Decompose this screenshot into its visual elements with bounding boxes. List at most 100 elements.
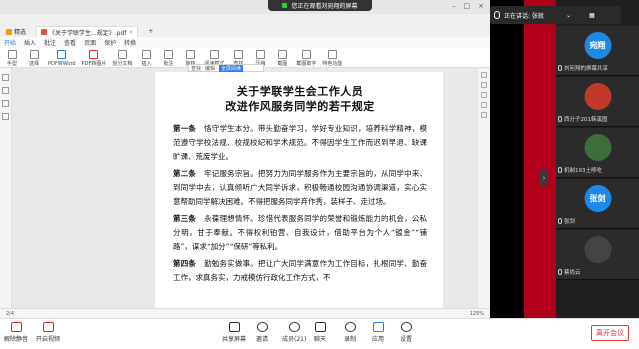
menu-insert: 插入 [24,40,37,47]
tool-icon [481,72,487,78]
tool-hand: 手型 [4,50,20,67]
members-icon [288,322,300,332]
pdf-statusbar: 2/4 125% [0,308,490,318]
menu-convert: 转换 [124,40,137,47]
book-icon [209,50,219,59]
menu-protect: 保护 [104,40,117,47]
tool-icon [481,82,487,88]
participant-name: 刘宛翔的屏幕共享 [564,66,609,72]
page-indicator: 2/4 [6,310,15,317]
search-icon [233,50,243,59]
ocr-icon [301,50,311,59]
document-title: 关于学联学生会工作人员 改进作风服务同学的若干规定 [225,85,375,113]
browser-titlebar [0,14,490,26]
avatar [584,134,611,161]
share-screen-button[interactable]: 共享屏幕 [222,322,246,343]
chat-button[interactable]: 聊天 [314,322,326,343]
annotate-icon [163,50,173,59]
record-icon [344,322,356,332]
participant-tile[interactable]: 宛翔 刘宛翔的屏幕共享 [556,26,639,76]
word-icon [57,50,67,59]
article-paragraph: 第二条 牢记服务宗旨。把努力为同学服务作为主要宗旨的，从同学中来、到同学中去，认真… [173,169,428,206]
leave-meeting-button[interactable]: 离开会议 [591,325,629,341]
mic-icon [558,218,562,224]
speaking-indicator[interactable]: 正在讲话: 张就 ⌄ ▦ [490,6,621,24]
shared-screen: – □ × 精选 《关于学联学生...规定》.pdf × + 开始 插入 批注 … [0,0,490,318]
menu-view: 查看 [64,40,77,47]
mic-icon [558,65,562,71]
star-icon [327,50,337,59]
participant-tile[interactable]: 西分子201韩溪图 [556,77,639,127]
mic-muted-icon [558,167,562,173]
menu-annotate: 批注 [44,40,57,47]
pdf-page: 关于学联学生会工作人员 改进作风服务同学的若干规定 第一条 恪守学生本分。带头勤奋… [155,72,443,308]
pdf-left-rail [0,68,12,308]
bookmark-icon [2,87,9,94]
tool-pdf-to-image: PDF转图片 [82,50,106,67]
image-icon [89,50,99,59]
rotate-icon [185,50,195,59]
apps-button[interactable]: 应用 [372,322,384,343]
layout-icon[interactable]: ▦ [589,12,595,19]
document-viewport: 关于学联学生会工作人员 改进作风服务同学的若干规定 第一条 恪守学生本分。带头勤奋… [12,68,490,308]
invite-button[interactable]: 邀请 [256,322,268,343]
pdf-subbar: 查找 编辑 全屏阅读 [188,64,264,72]
participant-name: 西分子201韩溪图 [564,117,608,123]
avatar [584,236,611,263]
thumbnail-icon [2,74,9,81]
search-icon [2,113,9,120]
participant-tile[interactable]: 蔡尚云 [556,230,639,280]
tool-icon [481,92,487,98]
tool-pdf-to-word: PDF转Word [48,50,76,67]
share-screen-icon [228,322,240,332]
participant-name: 机制193土哆吃 [564,168,602,174]
article-paragraph: 第三条 永葆理想情怀。珍惜代表服务同学的荣誉和锻炼能力的机会，公私分明，甘于奉献。… [173,214,428,251]
participant-name: 蔡尚云 [564,270,581,276]
maximize-icon: □ [463,2,471,10]
camera-off-icon [42,322,54,332]
hand-icon [7,50,17,59]
participant-name: 张剑 [564,219,576,225]
settings-button[interactable]: 设置 [400,322,412,343]
viewing-screen-banner[interactable]: 您正在观看刘宛翔的屏幕 [268,0,372,11]
tool-ocr: 截图取字 [296,50,316,67]
window-controls: – □ × [452,2,484,10]
participant-tile[interactable]: 张剑 张剑 [556,179,639,229]
pdf-menu: 开始 插入 批注 查看 页面 保护 转换 [0,37,490,48]
avatar: 张剑 [584,185,611,212]
scissors-icon [277,50,287,59]
members-button[interactable]: 成员(21) [282,322,306,343]
meeting-toolbar: 解除静音 开启视频 共享屏幕 邀请 成员(21) 聊天 录制 应用 设置 离开会… [0,318,639,349]
tool-icon [481,112,487,118]
avatar [584,83,611,110]
cursor-icon [29,50,39,59]
comment-icon [2,100,9,107]
tab-pdf: 《关于学联学生...规定》.pdf × [36,26,139,37]
tool-screenshot: 截图 [274,50,290,67]
collapse-panel-button[interactable]: › [540,170,548,186]
chevron-down-icon[interactable]: ⌄ [566,12,571,19]
mic-muted-icon [10,322,22,332]
close-icon: × [478,2,484,10]
tool-insert: 插入 [138,50,154,67]
gear-icon [400,322,412,332]
tool-icon [481,102,487,108]
video-button[interactable]: 开启视频 [36,322,60,343]
tool-select: 选择 [26,50,42,67]
chat-icon [314,322,326,332]
close-tab-icon: × [128,28,134,36]
menu-page: 页面 [84,40,97,47]
pdf-icon [41,29,48,35]
mute-button[interactable]: 解除静音 [4,322,28,343]
add-user-icon [256,322,268,332]
pdf-right-rail [478,68,490,308]
zoom-level: 125% [469,310,484,317]
compress-icon [255,50,265,59]
article-paragraph: 第一条 恪守学生本分。带头勤奋学习，学好专业知识，培养科学精神，模范遵守学校法规、… [173,124,428,161]
participant-tile[interactable]: 机制193土哆吃 [556,128,639,178]
article-paragraph: 第四条 勤勉务实做事。把让广大同学满意作为工作目标，扎根同学、勤奋工作，求真务实，… [173,259,428,282]
record-button[interactable]: 录制 [344,322,356,343]
mic-muted-icon [558,116,562,122]
remote-taskbar: – □ × [0,0,490,14]
new-tab-button: + [148,28,154,35]
